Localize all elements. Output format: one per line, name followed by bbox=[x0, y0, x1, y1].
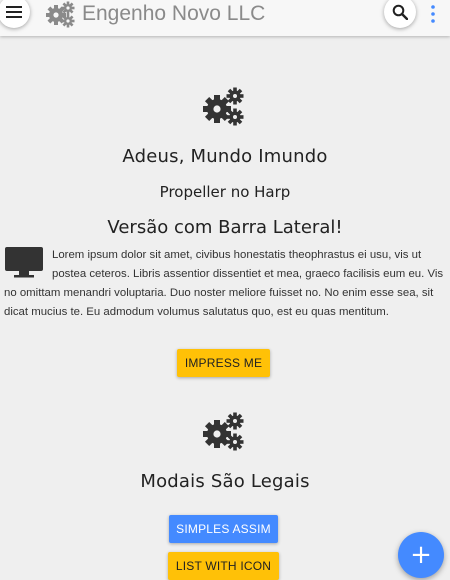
search-button[interactable] bbox=[384, 0, 416, 28]
app-title: Engenho Novo LLC bbox=[82, 2, 266, 25]
search-icon bbox=[392, 4, 408, 20]
monitor-icon bbox=[5, 247, 43, 278]
section-title: Modais São Legais bbox=[140, 471, 310, 492]
section-subtitle: Propeller no Harp bbox=[159, 183, 291, 201]
more-vertical-icon[interactable] bbox=[426, 4, 440, 24]
add-fab-button[interactable]: + bbox=[398, 532, 444, 578]
simples-assim-button[interactable]: SIMPLES ASSIM bbox=[169, 515, 278, 543]
paragraph-block: Lorem ipsum dolor sit amet, civibus hone… bbox=[4, 246, 444, 322]
menu-button[interactable] bbox=[0, 0, 30, 28]
gears-icon bbox=[46, 1, 75, 28]
paragraph-text: Lorem ipsum dolor sit amet, civibus hone… bbox=[4, 249, 444, 318]
hamburger-menu-icon bbox=[6, 6, 22, 18]
app-bar: Engenho Novo LLC bbox=[0, 0, 450, 36]
list-with-icon-button[interactable]: LIST WITH ICON bbox=[168, 552, 279, 580]
section-heading: Versão com Barra Lateral! bbox=[107, 217, 343, 238]
gears-icon bbox=[203, 87, 244, 126]
impress-me-button[interactable]: IMPRESS ME bbox=[177, 349, 270, 377]
section-title: Adeus, Mundo Imundo bbox=[122, 146, 328, 167]
gears-icon bbox=[203, 412, 244, 451]
plus-icon: + bbox=[410, 540, 432, 570]
